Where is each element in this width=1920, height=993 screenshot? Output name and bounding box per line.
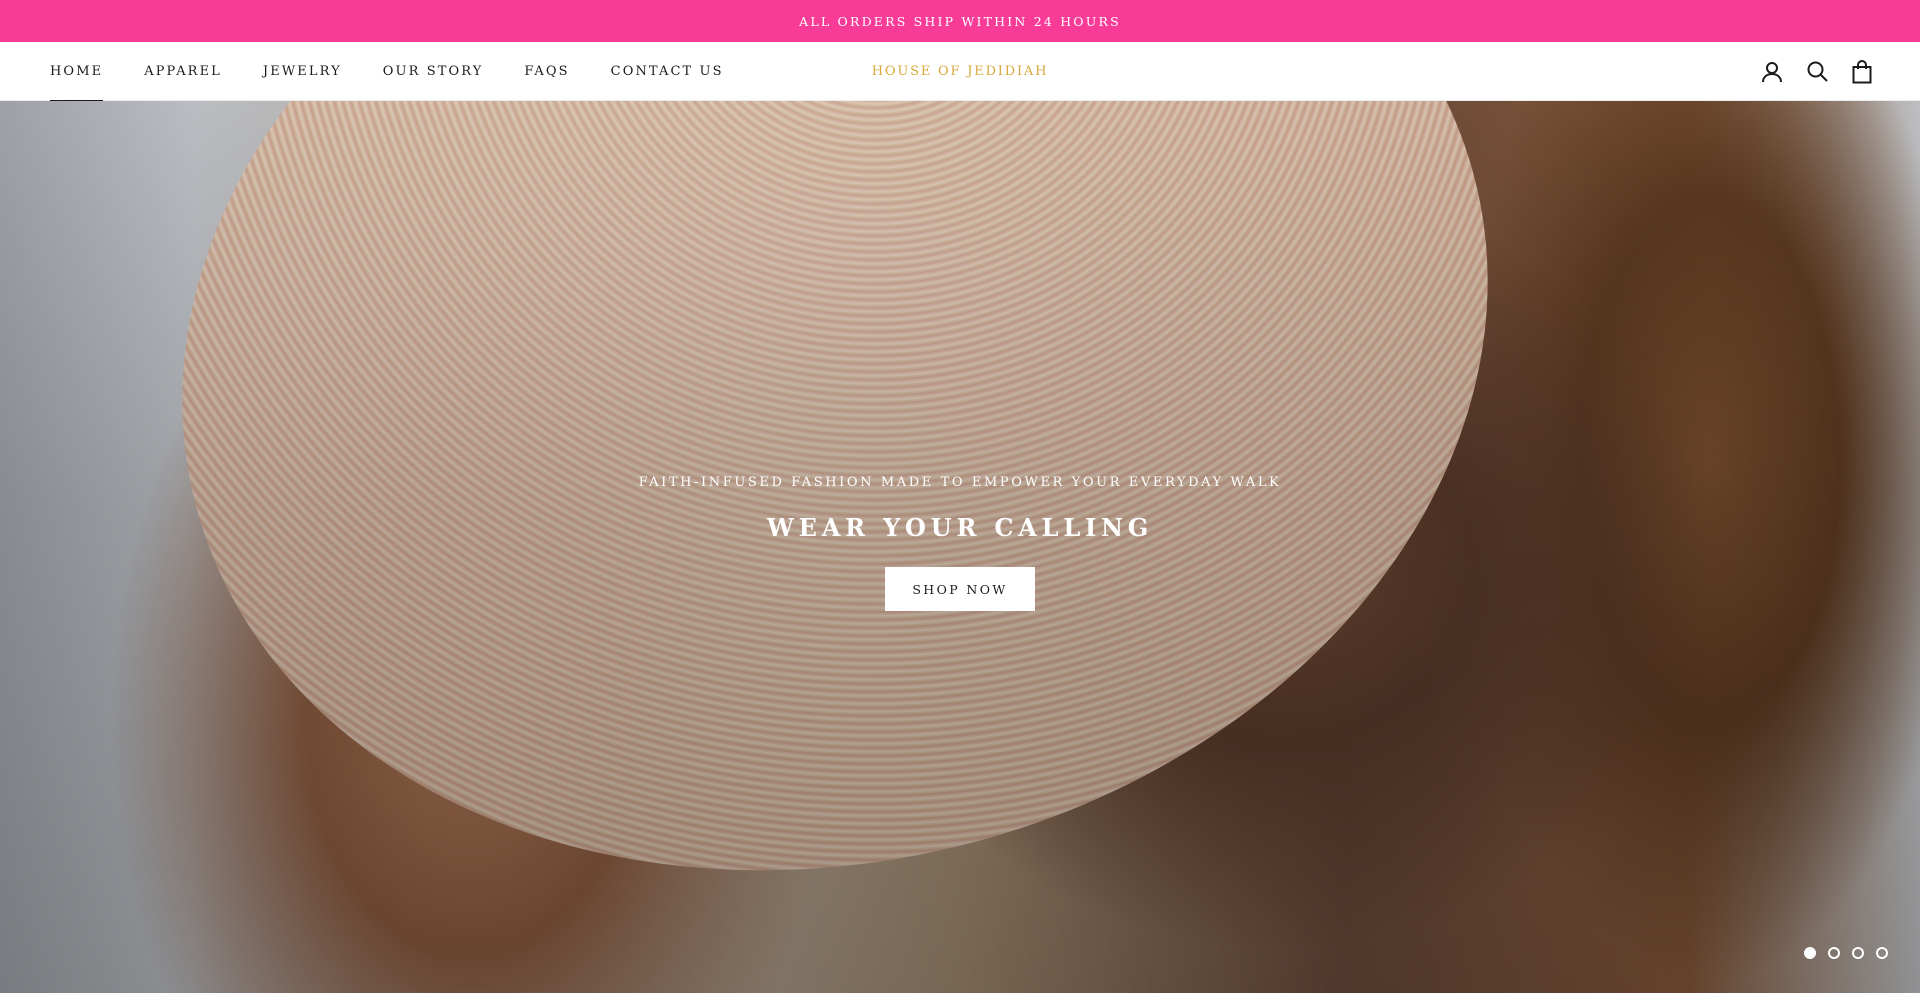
hero-title: WEAR YOUR CALLING [766, 513, 1154, 542]
cart-icon[interactable] [1850, 59, 1874, 84]
slide-dot-4[interactable] [1876, 947, 1888, 959]
announcement-bar: ALL ORDERS SHIP WITHIN 24 HOURS [0, 0, 1920, 42]
header-actions [1739, 42, 1874, 101]
nav-item-faqs[interactable]: FAQS [524, 42, 569, 101]
hero-subtitle: FAITH-INFUSED FASHION MADE TO EMPOWER YO… [638, 475, 1282, 490]
nav-item-contact-us[interactable]: CONTACT US [611, 42, 724, 101]
hero-slideshow: FAITH-INFUSED FASHION MADE TO EMPOWER YO… [0, 101, 1920, 993]
account-icon[interactable] [1760, 60, 1784, 84]
nav-item-our-story[interactable]: OUR STORY [383, 42, 484, 101]
slider-dots [1792, 947, 1888, 959]
announcement-text: ALL ORDERS SHIP WITHIN 24 HOURS [799, 13, 1121, 29]
search-icon[interactable] [1805, 60, 1829, 84]
shop-now-button[interactable]: SHOP NOW [885, 567, 1035, 611]
slide-dot-2[interactable] [1828, 947, 1840, 959]
site-logo[interactable]: HOUSE OF JEDIDIAH [760, 42, 1160, 101]
nav-item-jewelry[interactable]: JEWELRY [263, 42, 342, 101]
slide-dot-3[interactable] [1852, 947, 1864, 959]
main-nav: HOME APPAREL JEWELRY OUR STORY FAQS CONT… [50, 42, 765, 102]
hero-content: FAITH-INFUSED FASHION MADE TO EMPOWER YO… [560, 475, 1360, 611]
nav-item-apparel[interactable]: APPAREL [144, 42, 222, 101]
site-header: HOME APPAREL JEWELRY OUR STORY FAQS CONT… [0, 42, 1920, 102]
slide-dot-1[interactable] [1804, 947, 1816, 959]
nav-item-home[interactable]: HOME [50, 42, 104, 102]
